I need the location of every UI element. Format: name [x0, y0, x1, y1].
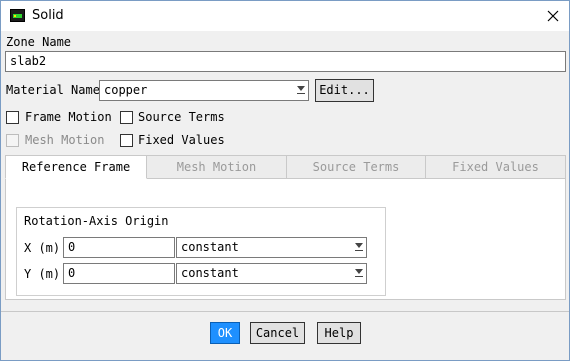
- y-origin-input[interactable]: 0: [63, 263, 175, 284]
- tab-reference-frame[interactable]: Reference Frame: [5, 155, 147, 179]
- tab-source-terms[interactable]: Source Terms: [286, 155, 426, 179]
- edit-material-button[interactable]: Edit...: [315, 79, 374, 102]
- y-origin-label: Y (m): [24, 267, 61, 281]
- y-origin-method-value: constant: [181, 266, 239, 280]
- x-origin-input[interactable]: 0: [63, 237, 175, 258]
- fluent-app-icon: [10, 9, 25, 22]
- x-origin-method-value: constant: [181, 240, 239, 254]
- reference-frame-panel: Rotation-Axis Origin X (m) 0 constant Y …: [5, 178, 566, 300]
- title-bar: Solid: [1, 1, 569, 31]
- rotation-axis-origin-title: Rotation-Axis Origin: [24, 214, 169, 228]
- x-origin-label: X (m): [24, 241, 61, 255]
- footer-divider: [1, 311, 569, 312]
- source-terms-label: Source Terms: [138, 110, 225, 124]
- source-terms-checkbox[interactable]: [120, 111, 133, 124]
- y-origin-method-select[interactable]: constant: [176, 263, 367, 284]
- tab-mesh-motion[interactable]: Mesh Motion: [146, 155, 287, 179]
- material-name-value: copper: [104, 83, 148, 97]
- x-origin-value: 0: [68, 240, 76, 254]
- tab-fixed-values[interactable]: Fixed Values: [425, 155, 566, 179]
- tab-strip: Reference Frame Mesh Motion Source Terms…: [5, 155, 566, 179]
- frame-motion-checkbox[interactable]: [6, 111, 19, 124]
- material-name-select[interactable]: copper: [99, 80, 309, 101]
- mesh-motion-checkbox[interactable]: [6, 134, 19, 147]
- zone-name-value: slab2: [10, 54, 47, 68]
- zone-name-input[interactable]: slab2: [5, 51, 566, 72]
- help-button[interactable]: Help: [317, 322, 361, 344]
- close-icon: [547, 10, 559, 22]
- ok-button[interactable]: OK: [210, 322, 240, 344]
- rotation-axis-origin-group: Rotation-Axis Origin X (m) 0 constant Y …: [16, 207, 386, 296]
- fixed-values-checkbox[interactable]: [120, 134, 133, 147]
- close-button[interactable]: [539, 3, 567, 29]
- fixed-values-label: Fixed Values: [138, 133, 225, 147]
- y-origin-value: 0: [68, 266, 76, 280]
- frame-motion-label: Frame Motion: [25, 110, 112, 124]
- zone-name-label: Zone Name: [6, 35, 72, 49]
- solid-dialog: Solid Zone Name slab2 Material Name copp…: [0, 0, 570, 361]
- mesh-motion-label: Mesh Motion: [25, 133, 105, 147]
- cancel-button[interactable]: Cancel: [250, 322, 305, 344]
- x-origin-method-select[interactable]: constant: [176, 237, 367, 258]
- window-title: Solid: [32, 8, 64, 23]
- material-name-label: Material Name: [6, 83, 100, 97]
